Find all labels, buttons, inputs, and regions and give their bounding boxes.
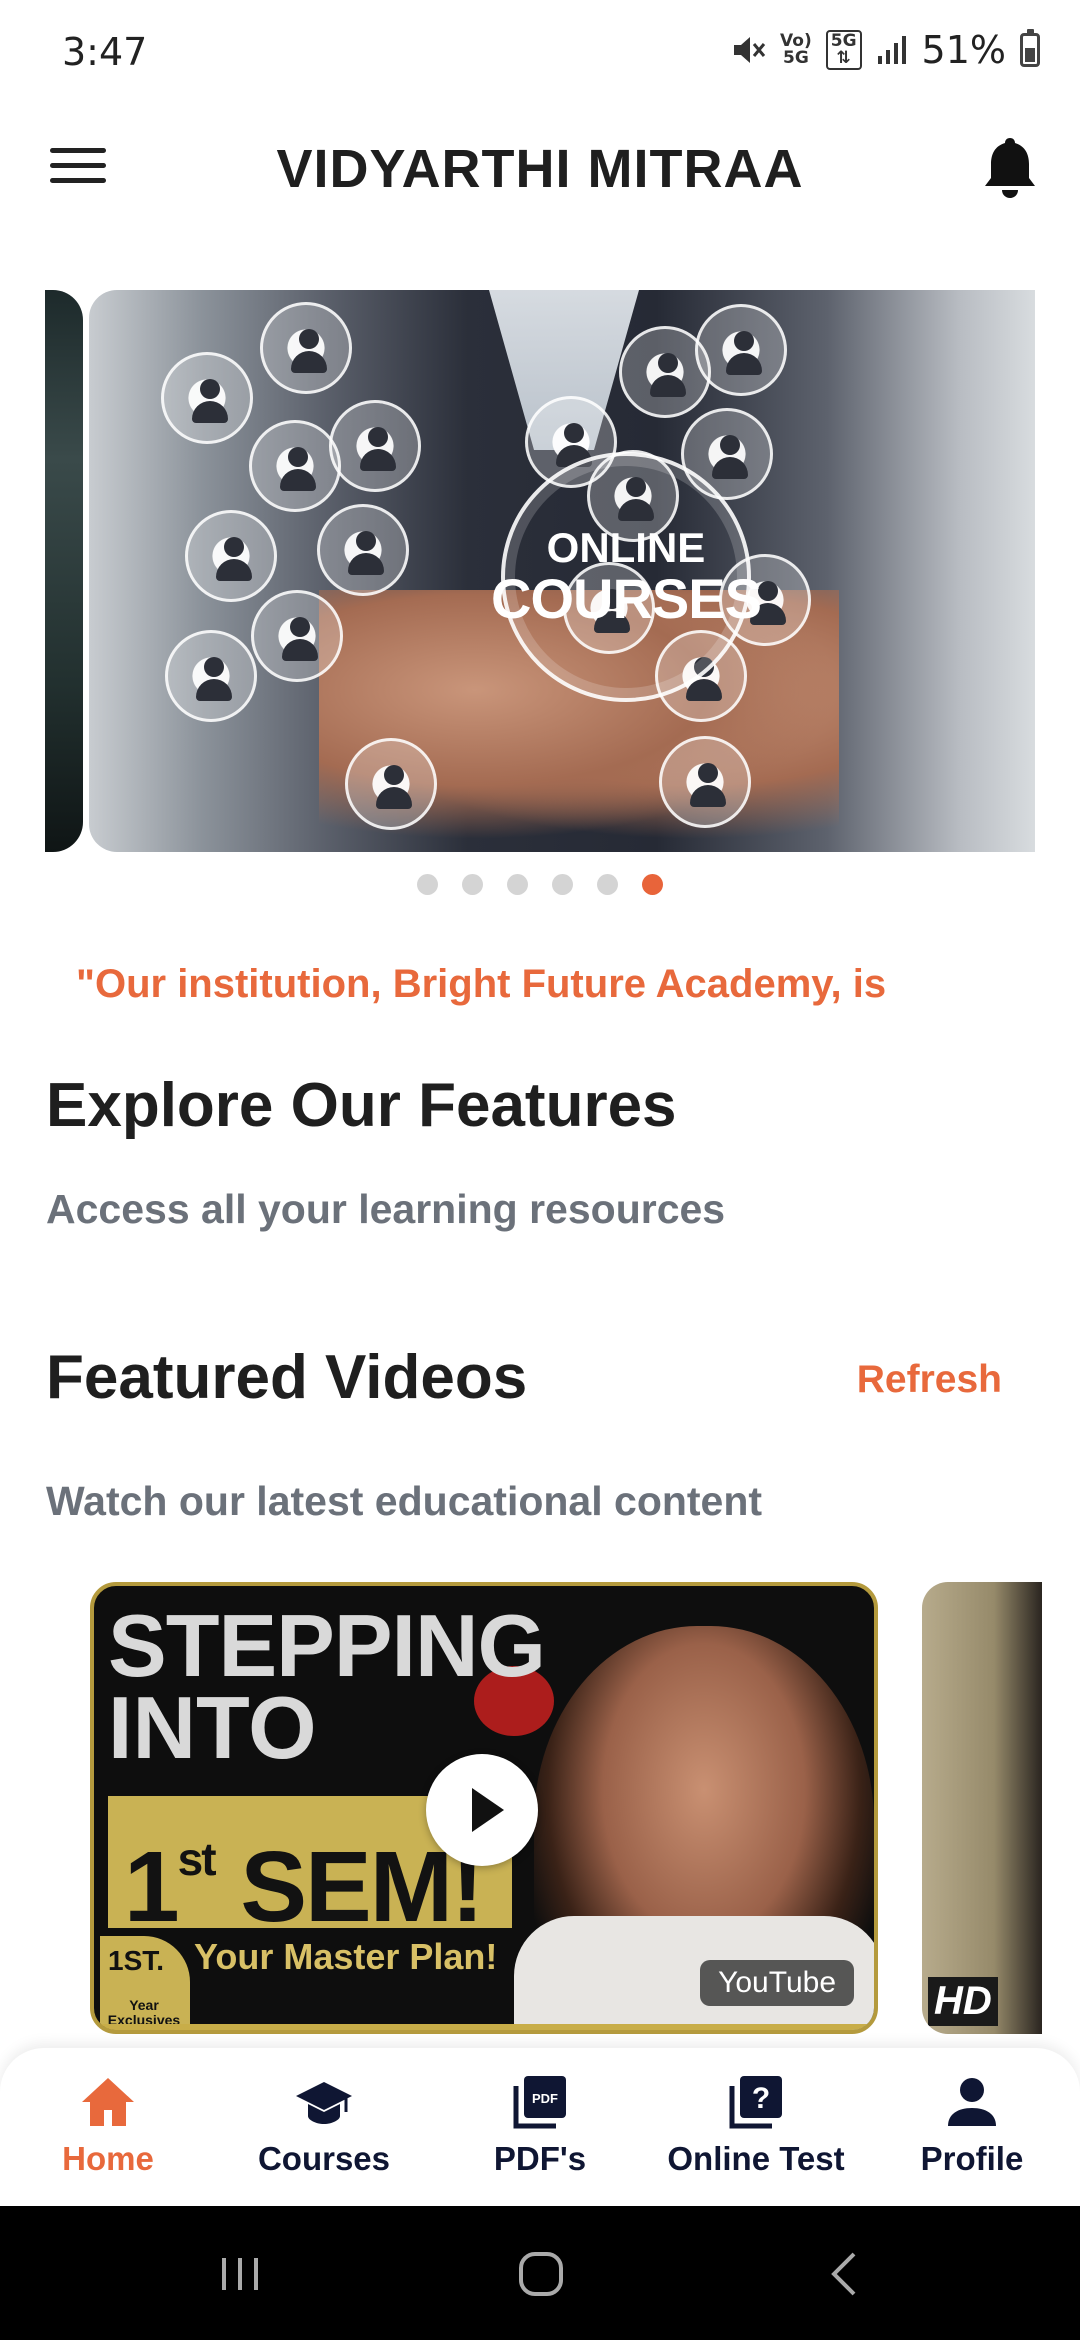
person-node-icon	[185, 510, 277, 602]
person-node-icon	[695, 304, 787, 396]
features-subtitle: Access all your learning resources	[46, 1186, 726, 1232]
thumbnail-line-2: INTO	[108, 1678, 317, 1777]
nav-pdfs-label: PDF's	[493, 2140, 587, 2177]
thumbnail-plan-text: Your Master Plan!	[194, 1936, 498, 1977]
nav-courses[interactable]: Courses	[216, 2048, 432, 2206]
person-node-icon	[317, 504, 409, 596]
mute-icon	[734, 37, 766, 63]
carousel-dot[interactable]	[507, 874, 528, 895]
carousel-dot[interactable]	[597, 874, 618, 895]
next-video-card-peek[interactable]: HD	[922, 1582, 1042, 2034]
nav-home-label: Home	[62, 2140, 154, 2177]
card-bottom-band	[94, 2024, 874, 2030]
carousel-dot[interactable]	[462, 874, 483, 895]
carousel-dot[interactable]	[417, 874, 438, 895]
nav-profile-label: Profile	[920, 2140, 1024, 2177]
person-node-icon	[251, 590, 343, 682]
hd-label: HD	[928, 1977, 998, 2026]
refresh-button[interactable]: Refresh	[857, 1358, 1002, 1402]
battery-percent: 51%	[921, 28, 1006, 72]
banner-slide[interactable]: ONLINE COURSES	[89, 290, 1035, 852]
person-node-icon	[161, 352, 253, 444]
thumbnail-line-1: STEPPING	[108, 1596, 546, 1695]
featured-videos-title: Featured Videos	[46, 1343, 528, 1412]
signal-icon	[877, 36, 906, 64]
emblem-line-1: ONLINE	[546, 524, 706, 571]
status-icons: Vo) 5G 5G ⇅ 51%	[730, 28, 1040, 72]
banner-carousel[interactable]: ONLINE COURSES	[45, 290, 1035, 852]
person-node-icon	[345, 738, 437, 830]
home-button-icon[interactable]	[511, 2244, 571, 2304]
play-icon[interactable]	[426, 1754, 538, 1866]
volte-indicator: Vo) 5G	[780, 31, 812, 68]
svg-text:?: ?	[752, 2082, 770, 2115]
featured-videos-subtitle: Watch our latest educational content	[46, 1478, 763, 1524]
carousel-dot[interactable]	[642, 874, 663, 895]
app-bar: VIDYARTHI MITRAA	[0, 112, 1080, 222]
person-node-icon	[329, 400, 421, 492]
person-node-icon	[260, 302, 352, 394]
nav-home[interactable]: Home	[0, 2048, 216, 2206]
nav-online-test[interactable]: ? Online Test	[648, 2048, 864, 2206]
status-time: 3:47	[62, 30, 148, 74]
nav-online-test-label: Online Test	[667, 2140, 845, 2177]
graduation-cap-icon	[296, 2082, 352, 2124]
year-badge-main: 1ST.	[108, 1945, 165, 1976]
nav-courses-label: Courses	[257, 2140, 391, 2177]
system-navigation-bar	[0, 2206, 1080, 2340]
status-bar: 3:47 Vo) 5G 5G ⇅ 51%	[0, 0, 1080, 112]
person-node-icon	[659, 736, 751, 828]
bottom-navigation: Home Courses PDF PDF's ? Online Test Pro…	[0, 2048, 1080, 2206]
quiz-icon: ?	[729, 2076, 782, 2129]
bell-icon[interactable]	[980, 134, 1040, 200]
nav-pdfs[interactable]: PDF PDF's	[432, 2048, 648, 2206]
online-courses-emblem: ONLINE COURSES	[491, 452, 762, 702]
pdf-icon: PDF	[513, 2076, 566, 2129]
carousel-dot[interactable]	[552, 874, 573, 895]
carousel-indicator	[0, 874, 1080, 895]
previous-slide-peek[interactable]	[45, 290, 83, 852]
features-title: Explore Our Features	[46, 1071, 677, 1140]
person-node-icon	[249, 420, 341, 512]
app-title: VIDYARTHI MITRAA	[276, 139, 804, 199]
announcement-ticker: "Our institution, Bright Future Academy,…	[76, 962, 887, 1006]
person-icon	[948, 2078, 996, 2126]
video-card[interactable]: STEPPING INTO 1st SEM! 1ST. Year Exclusiv…	[90, 1582, 878, 2034]
recent-apps-icon[interactable]	[210, 2244, 270, 2304]
nav-profile[interactable]: Profile	[864, 2048, 1080, 2206]
home-icon	[82, 2078, 134, 2126]
youtube-label: YouTube	[700, 1960, 854, 2006]
person-node-icon	[165, 630, 257, 722]
battery-icon	[1020, 29, 1040, 67]
network-type-indicator: 5G ⇅	[825, 30, 862, 70]
emblem-line-2: COURSES	[491, 567, 762, 630]
svg-text:PDF: PDF	[532, 2091, 558, 2106]
back-icon[interactable]	[816, 2244, 876, 2304]
